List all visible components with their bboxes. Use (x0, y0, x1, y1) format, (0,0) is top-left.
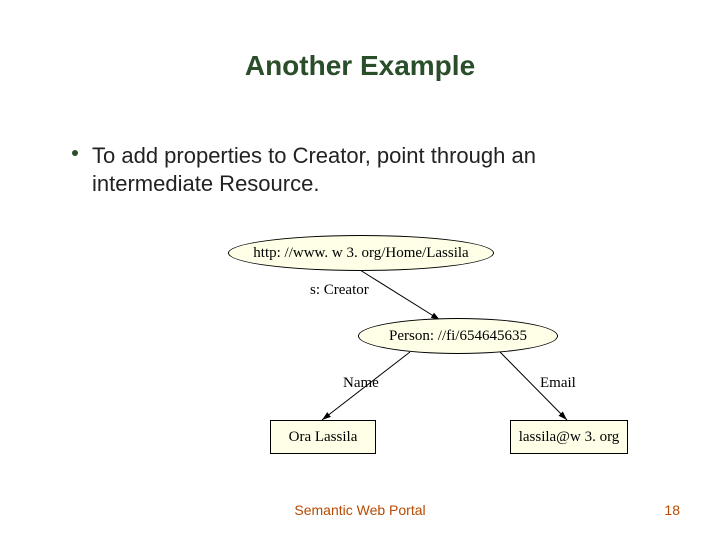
edge-label-email: Email (540, 375, 576, 392)
footer-text: Semantic Web Portal (0, 502, 720, 518)
node-literal-email: lassila@w 3. org (510, 420, 628, 454)
page-number: 18 (664, 502, 680, 518)
node-literal-name: Ora Lassila (270, 420, 376, 454)
slide: Another Example To add properties to Cre… (0, 0, 720, 540)
edge-label-name: Name (343, 375, 379, 392)
edge-label-creator: s: Creator (310, 282, 369, 299)
node-resource-1: http: //www. w 3. org/Home/Lassila (228, 235, 494, 271)
node-resource-2: Person: //fi/654645635 (358, 318, 558, 354)
